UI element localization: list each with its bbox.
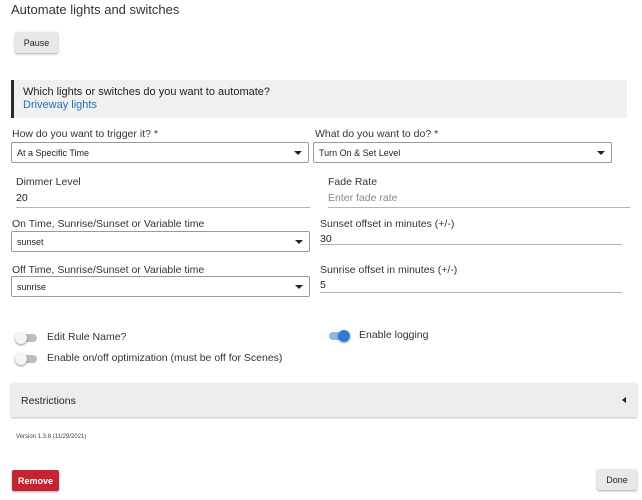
trigger-select[interactable]: At a Specific Time <box>11 142 309 163</box>
edit-rule-name-toggle[interactable] <box>15 331 39 345</box>
action-select-value: Turn On & Set Level <box>319 147 401 158</box>
page-title: Automate lights and switches <box>11 2 180 17</box>
sunset-offset-underline <box>320 244 622 245</box>
caret-left-icon <box>622 397 626 403</box>
sunset-offset-label: Sunset offset in minutes (+/-) <box>320 218 455 230</box>
onoff-optimization-label: Enable on/off optimization (must be off … <box>47 352 283 364</box>
dimmer-underline <box>16 207 310 208</box>
action-label: What do you want to do? * <box>315 128 439 140</box>
enable-logging-toggle[interactable] <box>327 329 351 343</box>
onoff-optimization-toggle[interactable] <box>15 352 39 366</box>
sunrise-offset-underline <box>320 292 622 293</box>
caret-down-icon <box>294 151 302 155</box>
fade-label: Fade Rate <box>328 176 378 188</box>
caret-down-icon <box>295 240 303 244</box>
devices-question: Which lights or switches do you want to … <box>23 86 271 98</box>
sunrise-offset-label: Sunrise offset in minutes (+/-) <box>320 264 458 276</box>
version-text: Version 1.3.8 (11/29/2021) <box>16 434 87 440</box>
sunrise-offset-input[interactable]: 5 <box>320 279 326 291</box>
enable-logging-label: Enable logging <box>359 329 429 341</box>
caret-down-icon <box>295 285 303 289</box>
fade-input[interactable]: Enter fade rate <box>328 192 397 204</box>
dimmer-label: Dimmer Level <box>16 176 81 188</box>
restrictions-panel-header[interactable]: Restrictions <box>11 383 637 417</box>
toggle-knob <box>338 330 350 342</box>
on-time-select-value: sunset <box>17 236 44 247</box>
on-time-label: On Time, Sunrise/Sunset or Variable time <box>12 218 205 230</box>
devices-callout: Which lights or switches do you want to … <box>11 80 627 118</box>
trigger-label: How do you want to trigger it? * <box>12 128 158 140</box>
trigger-select-value: At a Specific Time <box>17 147 90 158</box>
fade-underline <box>328 207 630 208</box>
off-time-select[interactable]: sunrise <box>11 276 310 297</box>
on-time-select[interactable]: sunset <box>11 231 310 252</box>
devices-selected-link[interactable]: Driveway lights <box>23 99 97 111</box>
restrictions-label: Restrictions <box>21 395 76 407</box>
off-time-select-value: sunrise <box>17 281 47 292</box>
off-time-label: Off Time, Sunrise/Sunset or Variable tim… <box>12 264 205 276</box>
toggle-knob <box>15 332 27 344</box>
edit-rule-name-label: Edit Rule Name? <box>47 331 127 343</box>
done-button[interactable]: Done <box>597 469 637 490</box>
caret-down-icon <box>597 151 605 155</box>
action-select[interactable]: Turn On & Set Level <box>313 142 612 163</box>
dimmer-input[interactable]: 20 <box>16 192 28 204</box>
remove-button[interactable]: Remove <box>12 470 59 491</box>
pause-button[interactable]: Pause <box>15 32 58 53</box>
toggle-knob <box>15 353 27 365</box>
